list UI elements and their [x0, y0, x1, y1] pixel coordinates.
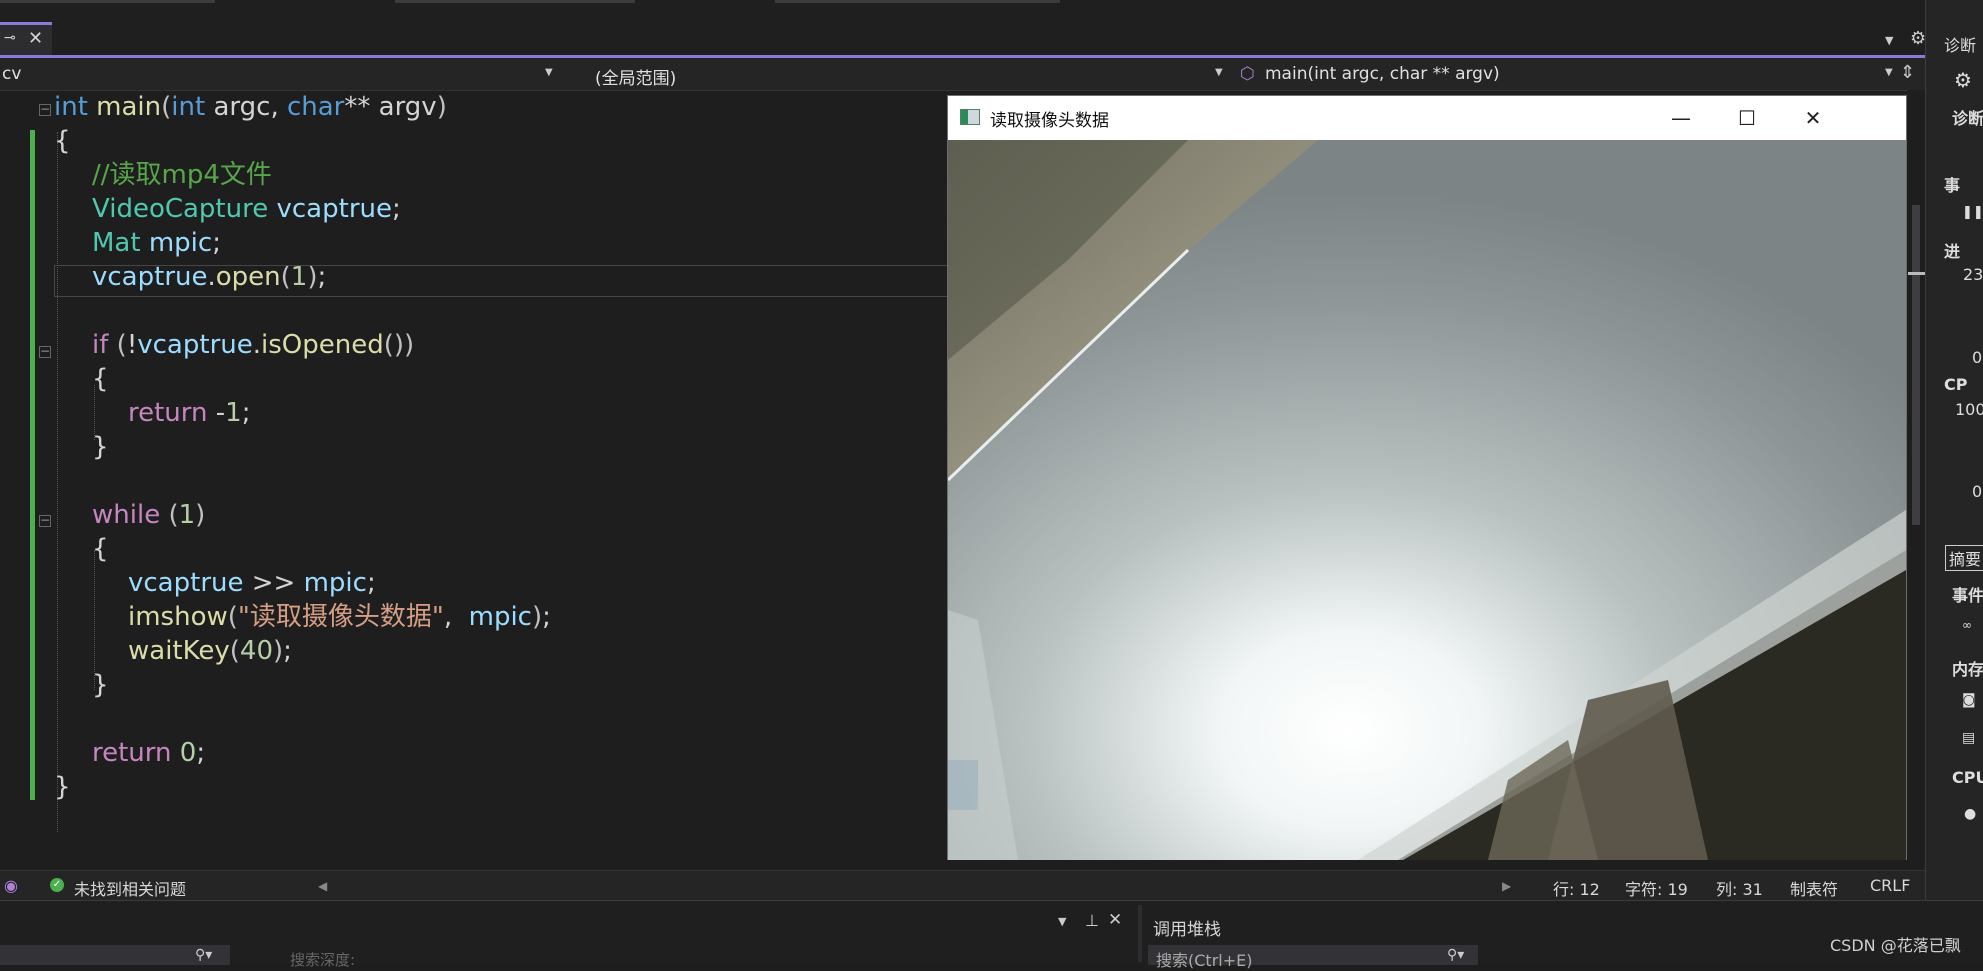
gear-icon[interactable]: ⚙: [1954, 68, 1972, 92]
change-marker: [30, 130, 35, 305]
code-line: waitKey(40);: [128, 636, 292, 666]
search-icon[interactable]: ⚲▾: [1447, 947, 1464, 963]
diagnostics-session: 诊断: [1952, 109, 1983, 128]
top-segment: [775, 0, 1060, 3]
search-placeholder: 搜索(Ctrl+E): [1156, 951, 1253, 970]
check-circle-icon: ✓: [50, 878, 64, 892]
summary-tab[interactable]: 摘要: [1945, 545, 1983, 571]
scope-dropdown[interactable]: (全局范围): [595, 64, 676, 89]
indent-mode[interactable]: 制表符: [1790, 876, 1838, 900]
events-section[interactable]: 事: [1944, 172, 1960, 196]
project-dropdown[interactable]: cv: [2, 64, 21, 84]
change-marker: [30, 305, 35, 800]
member-dropdown[interactable]: main(int argc, char ** argv): [1265, 64, 1500, 84]
cpu-section[interactable]: CP: [1944, 375, 1967, 394]
diagnostics-title: 诊断: [1944, 36, 1977, 55]
char-indicator[interactable]: 字符: 19: [1625, 876, 1688, 900]
axis-zero: 0: [1972, 348, 1983, 367]
close-button[interactable]: ✕: [1780, 96, 1846, 140]
column-indicator[interactable]: 列: 31: [1716, 876, 1763, 900]
panel-divider[interactable]: [1138, 905, 1142, 962]
scrollbar-caret-marker: [1908, 272, 1925, 275]
search-icon[interactable]: ⚲▾: [195, 947, 212, 963]
pause-icon[interactable]: ❚❚: [1962, 205, 1983, 220]
camera-window[interactable]: 读取摄像头数据 — ☐ ✕: [947, 95, 1907, 860]
camera-frame-drawing: [948, 140, 1906, 860]
split-icon[interactable]: ⇕: [1900, 62, 1915, 83]
fold-toggle[interactable]: −: [39, 514, 51, 527]
axis-zero: 0: [1972, 482, 1983, 501]
issues-status[interactable]: 未找到相关问题: [74, 876, 186, 900]
scroll-right-icon[interactable]: ▶: [1502, 879, 1511, 893]
code-line: {: [92, 534, 109, 564]
code-line: return 0;: [92, 738, 206, 768]
events-icon[interactable]: ∞: [1962, 618, 1972, 632]
top-segment: [395, 0, 635, 3]
scroll-left-icon[interactable]: ◀: [318, 879, 327, 893]
maximize-button[interactable]: ☐: [1714, 96, 1780, 140]
line-indicator[interactable]: 行: 12: [1553, 876, 1600, 900]
chevron-down-icon[interactable]: ▼: [1058, 915, 1066, 928]
code-line: }: [92, 670, 109, 700]
navigation-bar: cv ▼ (全局范围) ▼ ⬡ main(int argc, char ** a…: [0, 58, 1925, 91]
code-comment: //读取mp4文件: [92, 160, 272, 190]
camera-frame-image: [948, 140, 1906, 860]
code-line: while (1): [92, 500, 206, 530]
code-line: VideoCapture vcaptrue;: [92, 194, 401, 224]
indent-guide: [57, 132, 58, 832]
current-line-highlight: [54, 265, 949, 297]
string-literal: "读取摄像头数据": [237, 602, 444, 632]
tab-list-dropdown-icon[interactable]: ▼: [1885, 34, 1893, 47]
chevron-down-icon[interactable]: ▼: [1215, 67, 1223, 78]
window-title: 读取摄像头数据: [990, 111, 1109, 131]
copilot-icon[interactable]: ◉: [4, 876, 18, 895]
fold-toggle[interactable]: −: [39, 345, 51, 358]
diagnostics-panel: [1925, 0, 1983, 900]
minimize-button[interactable]: —: [1648, 96, 1714, 140]
cube-icon: ⬡: [1240, 64, 1255, 84]
code-line: {: [92, 364, 109, 394]
scrollbar-thumb[interactable]: [1912, 205, 1920, 525]
code-line: {: [54, 126, 71, 156]
status-bar: ◉ ✓ 未找到相关问题 ◀ ▶ 行: 12 字符: 19 列: 31 制表符 C…: [0, 870, 1925, 901]
code-line: }: [54, 772, 71, 802]
chevron-down-icon[interactable]: ▼: [545, 67, 553, 78]
process-section[interactable]: 进: [1944, 238, 1960, 262]
fold-toggle[interactable]: −: [39, 103, 51, 116]
top-segment: [0, 0, 215, 3]
line-ending[interactable]: CRLF: [1870, 876, 1910, 895]
close-icon[interactable]: ✕: [1108, 910, 1122, 930]
pin-icon[interactable]: ⊸: [4, 30, 16, 46]
code-line: return -1;: [128, 398, 251, 428]
process-memory-value: 23: [1963, 265, 1983, 284]
memory-chip-icon[interactable]: ▤: [1962, 730, 1975, 746]
code-line: vcaptrue >> mpic;: [128, 568, 376, 598]
search-depth-label: 搜索深度:: [290, 951, 356, 969]
code-line: }: [92, 432, 109, 462]
cpu-label: CPU: [1952, 768, 1983, 787]
chevron-down-icon[interactable]: ▼: [1885, 67, 1893, 78]
code-line: int main(int argc, char** argv): [54, 92, 447, 122]
callstack-panel-title: 调用堆栈: [1153, 920, 1221, 940]
close-tab-icon[interactable]: ✕: [28, 28, 43, 49]
cpu-axis-max: 100: [1955, 400, 1983, 419]
watermark: CSDN @花落已飘: [1830, 936, 1961, 955]
memory-label: 内存: [1952, 660, 1983, 679]
window-title-bar[interactable]: 读取摄像头数据 — ☐ ✕: [948, 96, 1906, 140]
top-strip: [0, 0, 1983, 56]
pin-icon[interactable]: ⊥: [1085, 911, 1099, 930]
code-line: Mat mpic;: [92, 228, 221, 258]
record-icon[interactable]: ●: [1964, 806, 1976, 822]
events-label: 事件: [1952, 586, 1983, 605]
code-line: imshow("读取摄像头数据", mpic);: [128, 602, 551, 632]
gear-icon[interactable]: ⚙: [1910, 28, 1926, 49]
camera-icon[interactable]: ◙: [1962, 692, 1976, 708]
window-app-icon: [960, 109, 980, 125]
code-line: if (!vcaptrue.isOpened()): [92, 330, 415, 360]
